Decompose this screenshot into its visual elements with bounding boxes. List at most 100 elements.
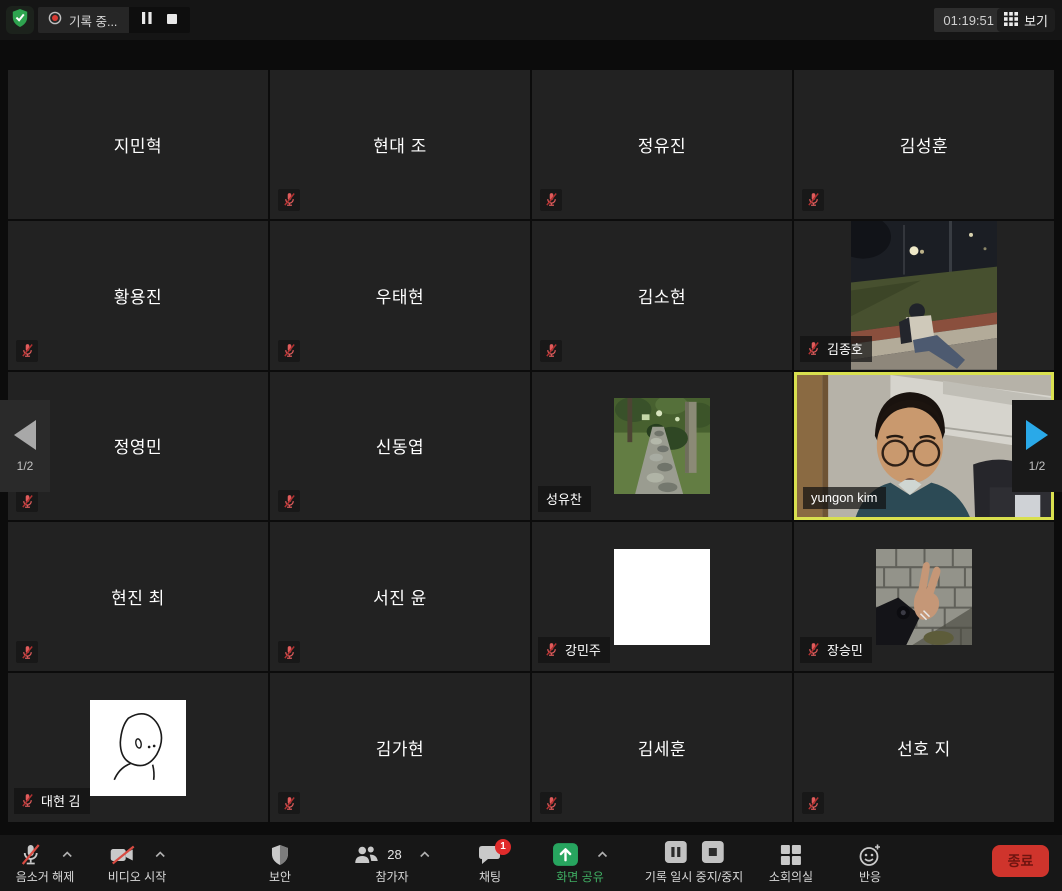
participant-name: 김소현 xyxy=(532,221,792,370)
muted-mic-icon xyxy=(20,793,35,808)
toolbar-label: 보안 xyxy=(269,868,291,885)
chevron-up-icon[interactable] xyxy=(154,851,165,858)
participant-video xyxy=(851,221,997,370)
participant-tile[interactable]: 김세훈 xyxy=(532,673,792,822)
participant-name: 현진 최 xyxy=(8,522,268,671)
recording-label: 기록 중... xyxy=(69,11,117,30)
participant-tile[interactable]: 신동엽 xyxy=(270,372,530,521)
recording-widget: 기록 중... xyxy=(38,7,190,33)
participant-name-label: 강민주 xyxy=(538,637,610,663)
toolbar-button-reactions[interactable]: 반응 xyxy=(858,841,882,885)
muted-mic-icon xyxy=(278,490,300,512)
chevron-up-icon[interactable] xyxy=(61,851,72,858)
grid-view-icon xyxy=(1004,12,1018,29)
muted-mic-icon xyxy=(540,189,562,211)
toolbar-button-chat[interactable]: 1채팅 xyxy=(478,841,502,885)
participant-tile[interactable]: 지민혁 xyxy=(8,70,268,219)
participant-name: 장승민 xyxy=(827,640,863,659)
shield-check-icon xyxy=(11,8,29,33)
participant-tile[interactable]: 대현 김 xyxy=(8,673,268,822)
participant-name: 선호 지 xyxy=(794,673,1054,822)
participant-avatar xyxy=(90,700,186,796)
participant-name: 우태현 xyxy=(270,221,530,370)
participant-name: 대현 김 xyxy=(41,791,81,810)
participant-tile[interactable]: 우태현 xyxy=(270,221,530,370)
participant-name: 황용진 xyxy=(8,221,268,370)
participant-avatar xyxy=(614,549,710,645)
stop-recording-icon[interactable] xyxy=(167,11,177,29)
participant-tile[interactable]: 강민주 xyxy=(532,522,792,671)
top-bar: 기록 중... 01:19:51 보기 xyxy=(0,0,1062,40)
toolbar-label: 기록 일시 중지/중지 xyxy=(645,868,743,885)
toolbar-button-share-screen[interactable]: 화면 공유 xyxy=(552,841,608,885)
participant-name: 신동엽 xyxy=(270,372,530,521)
toolbar-button-participants[interactable]: 28 참가자 xyxy=(353,841,430,885)
toolbar-label: 음소거 해제 xyxy=(16,868,75,885)
toolbar-label: 화면 공유 xyxy=(556,868,604,885)
meeting-timer: 01:19:51 xyxy=(934,8,1003,32)
participant-tile[interactable]: 서진 윤 xyxy=(270,522,530,671)
previous-page-button[interactable]: 1/2 xyxy=(0,400,50,492)
toolbar-label: 참가자 xyxy=(375,868,408,885)
muted-mic-icon xyxy=(806,341,821,356)
participant-tile[interactable]: 김종호 xyxy=(794,221,1054,370)
participant-name: yungon kim xyxy=(811,490,877,505)
recording-indicator: 기록 중... xyxy=(38,7,129,33)
participant-tile[interactable]: 장승민 xyxy=(794,522,1054,671)
security-shield-button[interactable] xyxy=(6,6,34,34)
participant-name: 강민주 xyxy=(565,640,601,659)
pause-recording-icon[interactable] xyxy=(664,841,686,868)
chevron-up-icon[interactable] xyxy=(597,851,608,858)
muted-mic-icon xyxy=(278,792,300,814)
muted-mic-icon xyxy=(540,340,562,362)
participant-tile[interactable]: 김성훈 xyxy=(794,70,1054,219)
shield-icon xyxy=(270,844,290,866)
recording-controls xyxy=(129,7,190,33)
participant-tile[interactable]: 정유진 xyxy=(532,70,792,219)
mic-off-icon xyxy=(17,843,43,867)
muted-mic-icon xyxy=(806,642,821,657)
toolbar-button-unmute[interactable]: 음소거 해제 xyxy=(16,841,75,885)
toolbar-button-record-pause-stop[interactable]: 기록 일시 중지/중지 xyxy=(645,841,743,885)
share-screen-icon xyxy=(552,842,579,867)
end-meeting-button[interactable]: 종료 xyxy=(992,845,1049,877)
participant-tile[interactable]: 김가현 xyxy=(270,673,530,822)
breakout-rooms-icon xyxy=(780,844,802,866)
muted-mic-icon xyxy=(278,340,300,362)
participant-tile[interactable]: 성유찬 xyxy=(532,372,792,521)
chevron-right-icon xyxy=(1026,420,1048,450)
participant-name-label: yungon kim xyxy=(803,487,886,509)
participant-avatar xyxy=(876,549,972,645)
participant-name-label: 김종호 xyxy=(800,336,872,362)
participant-name: 김세훈 xyxy=(532,673,792,822)
participant-tile[interactable]: 선호 지 xyxy=(794,673,1054,822)
participant-name: 김종호 xyxy=(827,339,863,358)
stop-recording-icon[interactable] xyxy=(701,841,723,868)
participant-name-label: 대현 김 xyxy=(14,788,90,814)
video-off-icon xyxy=(108,844,136,866)
pause-recording-icon[interactable] xyxy=(142,11,152,29)
chat-unread-badge: 1 xyxy=(495,839,511,855)
toolbar-button-breakout-rooms[interactable]: 소회의실 xyxy=(769,841,813,885)
view-button[interactable]: 보기 xyxy=(997,8,1055,32)
participant-name-label: 장승민 xyxy=(800,637,872,663)
participant-name: 지민혁 xyxy=(8,70,268,219)
muted-mic-icon xyxy=(278,189,300,211)
chevron-left-icon xyxy=(14,420,36,450)
toolbar-button-security[interactable]: 보안 xyxy=(269,841,291,885)
participants-icon xyxy=(353,844,380,865)
page-indicator: 1/2 xyxy=(17,459,34,473)
chevron-up-icon[interactable] xyxy=(420,851,431,858)
next-page-button[interactable]: 1/2 xyxy=(1012,400,1062,492)
participant-tile[interactable]: 김소현 xyxy=(532,221,792,370)
participant-name: 정유진 xyxy=(532,70,792,219)
participant-name: 현대 조 xyxy=(270,70,530,219)
reactions-icon xyxy=(858,843,882,867)
participant-tile[interactable]: 현대 조 xyxy=(270,70,530,219)
participant-count: 28 xyxy=(387,847,401,862)
toolbar-button-start-video[interactable]: 비디오 시작 xyxy=(108,841,167,885)
participant-tile[interactable]: 황용진 xyxy=(8,221,268,370)
meeting-window: 기록 중... 01:19:51 보기 지민혁현대 조정유진김성훈황용진우태현김… xyxy=(0,0,1062,891)
chat-bubble-icon: 1 xyxy=(478,844,502,866)
participant-tile[interactable]: 현진 최 xyxy=(8,522,268,671)
